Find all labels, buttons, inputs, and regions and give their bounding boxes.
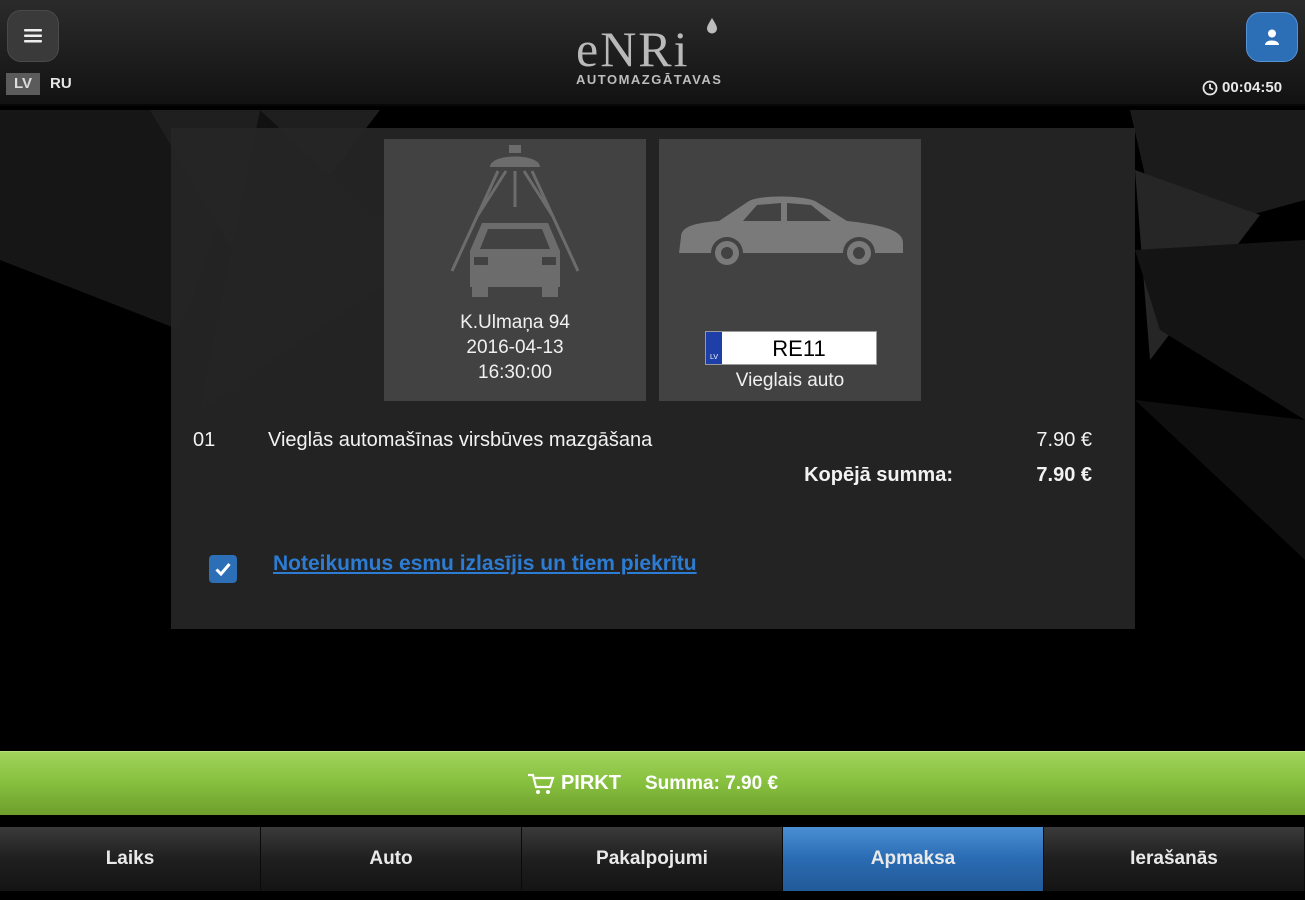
location-address: K.Ulmaņa 94: [460, 312, 570, 333]
plate-number: RE11: [772, 336, 826, 361]
terms-checkbox[interactable]: [209, 555, 237, 583]
location-card[interactable]: K.Ulmaņa 94 2016-04-13 16:30:00: [384, 139, 646, 401]
session-timer: 00:04:50: [1202, 79, 1282, 96]
user-icon: [1265, 29, 1279, 45]
language-ru[interactable]: RU: [50, 73, 72, 95]
language-lv[interactable]: LV: [6, 73, 40, 95]
total-label: Kopējā summa:: [804, 464, 953, 486]
buy-label-wrap: PIRKT: [527, 772, 621, 795]
buy-label: PIRKT: [560, 772, 621, 794]
logo-text: eNRi: [576, 21, 690, 77]
brand-logo: eNRi AUTOMAZGĀTAVAS: [570, 18, 740, 92]
user-button[interactable]: [1246, 12, 1298, 62]
header: LV RU eNRi AUTOMAZGĀTAVAS 00:04:50: [0, 0, 1305, 106]
tab-apmaksa[interactable]: Apmaksa: [783, 827, 1044, 891]
menu-button[interactable]: [7, 10, 59, 62]
line-price: 7.90 €: [1036, 429, 1092, 451]
tab-ierasanas[interactable]: Ierašanās: [1044, 827, 1305, 891]
step-tabs: Laiks Auto Pakalpojumi Apmaksa Ierašanās: [0, 827, 1305, 891]
buy-button[interactable]: PIRKT Summa: 7.90 €: [0, 751, 1305, 815]
tab-auto[interactable]: Auto: [261, 827, 522, 891]
terms-link[interactable]: Noteikumus esmu izlasījis un tiem piekrī…: [273, 552, 697, 576]
logo-subtitle: AUTOMAZGĀTAVAS: [576, 72, 723, 87]
checkmark-icon: [215, 563, 231, 576]
buy-sum: Summa: 7.90 €: [644, 772, 779, 794]
car-wash-icon: [450, 145, 580, 297]
plate-country: LV: [706, 332, 722, 364]
order-summary-panel: K.Ulmaņa 94 2016-04-13 16:30:00 LV RE11 …: [171, 128, 1135, 629]
water-drop-icon: [707, 18, 717, 34]
hamburger-icon: [24, 29, 42, 43]
timer-value: 00:04:50: [1222, 79, 1283, 96]
total-value: 7.90 €: [1036, 464, 1092, 486]
line-description: Vieglās automašīnas virsbūves mazgāšana: [268, 429, 653, 451]
vehicle-type: Vieglais auto: [735, 370, 845, 391]
booking-date: 2016-04-13: [466, 337, 564, 358]
tab-laiks[interactable]: Laiks: [0, 827, 261, 891]
license-plate: LV RE11: [705, 331, 877, 365]
booking-time: 16:30:00: [478, 362, 552, 383]
line-number: 01: [193, 429, 216, 451]
shopping-cart-icon: [527, 773, 555, 794]
tab-pakalpojumi[interactable]: Pakalpojumi: [522, 827, 783, 891]
clock-icon: [1202, 80, 1218, 95]
car-icon: [679, 196, 903, 269]
vehicle-card[interactable]: LV RE11 Vieglais auto: [659, 139, 921, 401]
